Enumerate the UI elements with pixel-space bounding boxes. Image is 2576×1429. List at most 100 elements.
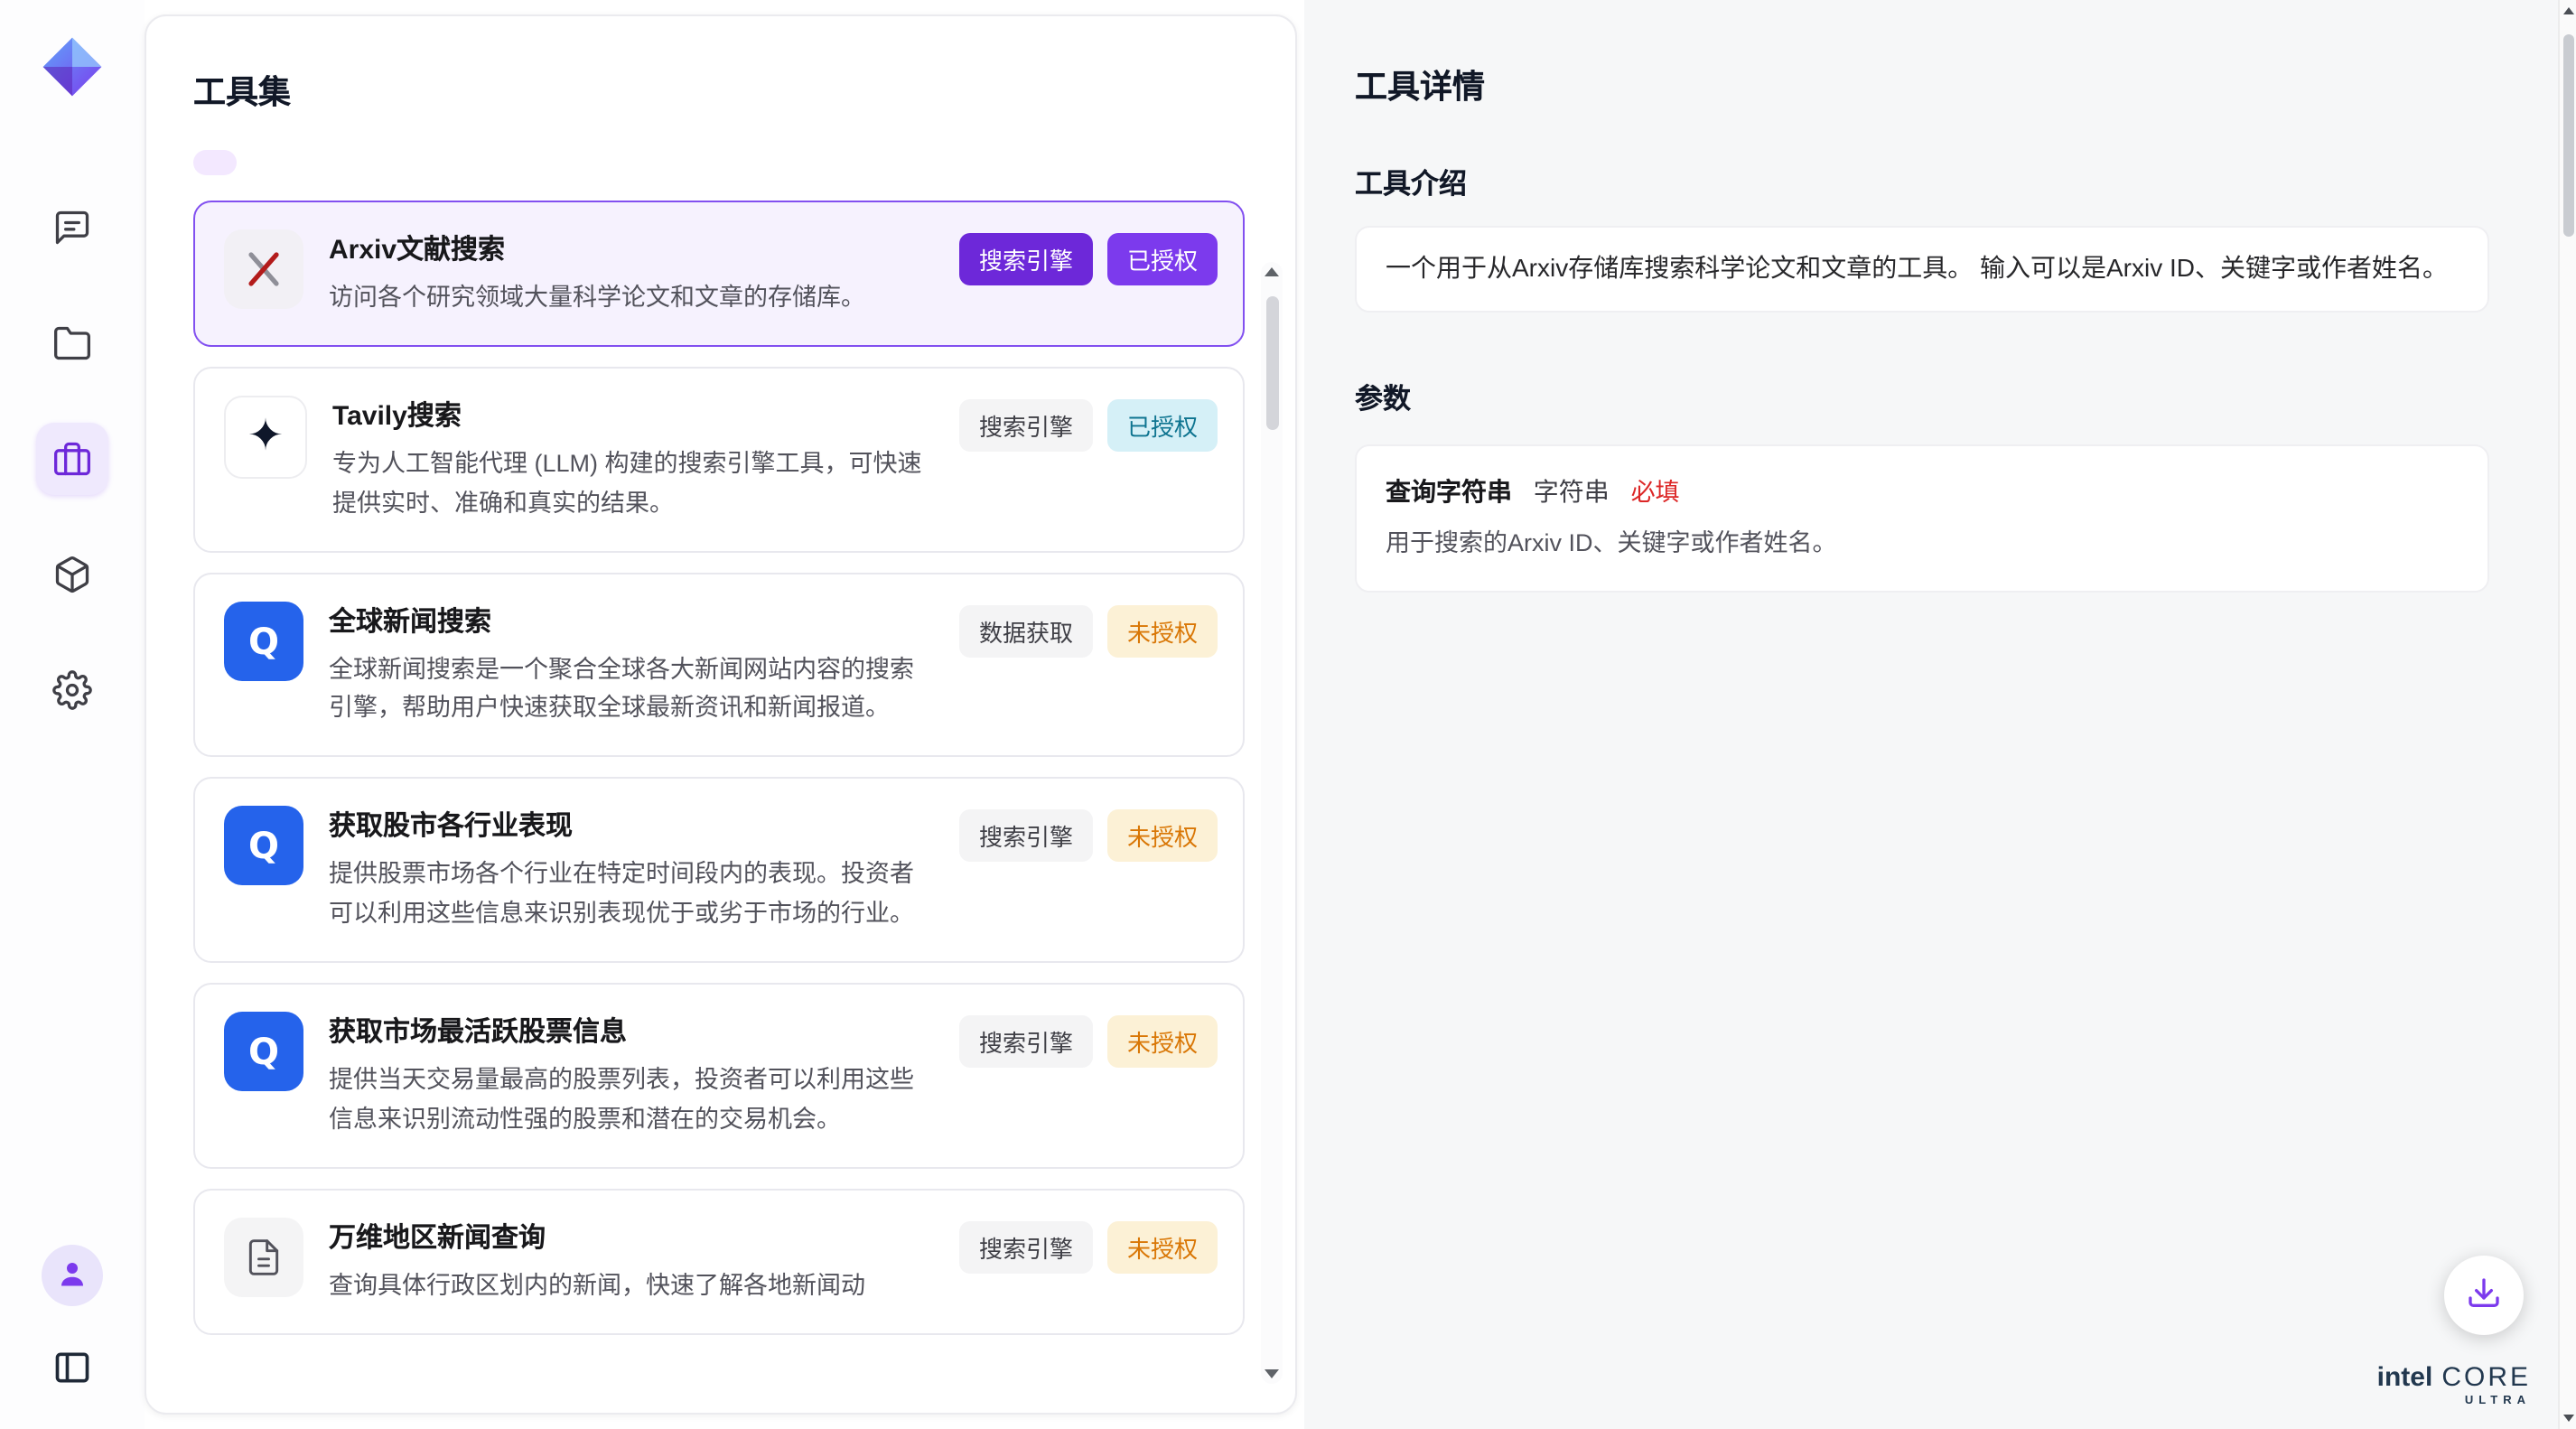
tool-badges: 搜索引擎 未授权 bbox=[959, 1012, 1218, 1068]
tool-info: Arxiv文献搜索 访问各个研究领域大量科学论文和文章的存储库。 bbox=[329, 229, 934, 318]
tool-description: 提供股票市场各个行业在特定时间段内的表现。投资者可以利用这些信息来识别表现优于或… bbox=[329, 855, 934, 934]
app-root: 工具集 ✦ Q Arxiv文献搜索 bbox=[0, 0, 2576, 1429]
param-type: 字符串 bbox=[1534, 476, 1610, 505]
sidebar-collapse-button[interactable] bbox=[36, 1331, 108, 1404]
tavily-star-icon: ✦ bbox=[247, 416, 284, 459]
ultra-label: ULTRA bbox=[2377, 1396, 2531, 1407]
category-tab[interactable] bbox=[367, 150, 410, 175]
chat-icon bbox=[52, 208, 92, 248]
tool-badges: 数据获取 未授权 bbox=[959, 601, 1218, 657]
param-required-badge: 必填 bbox=[1631, 478, 1680, 505]
sidebar-bottom bbox=[36, 1245, 108, 1404]
sidebar-nav bbox=[36, 191, 108, 726]
tool-card[interactable]: ✦ Q 全球新闻搜索 全球新闻搜索是一个聚合全球各大新闻网站内容的搜索引擎，帮助… bbox=[193, 572, 1245, 757]
intro-section-title: 工具介绍 bbox=[1355, 163, 2489, 202]
tool-icon: ✦ Q bbox=[224, 229, 303, 309]
category-tab[interactable] bbox=[251, 150, 294, 175]
scroll-down-arrow-icon[interactable] bbox=[1265, 1369, 1279, 1378]
intel-wordmark: intel bbox=[2377, 1363, 2433, 1390]
settings-gear-icon bbox=[52, 670, 92, 710]
param-header: 查询字符串 字符串 必填 bbox=[1386, 471, 2459, 509]
app-logo[interactable] bbox=[38, 33, 107, 101]
tool-badges: 搜索引擎 已授权 bbox=[959, 396, 1218, 452]
core-wordmark: core bbox=[2441, 1363, 2531, 1390]
sidebar bbox=[0, 0, 145, 1429]
tool-description: 提供当天交易量最高的股票列表，投资者可以利用这些信息来识别流动性强的股票和潜在的… bbox=[329, 1060, 934, 1139]
tool-name: 获取市场最活跃股票信息 bbox=[329, 1012, 934, 1050]
tool-icon: ✦ Q bbox=[224, 601, 303, 680]
tool-name: Arxiv文献搜索 bbox=[329, 229, 934, 267]
param-name: 查询字符串 bbox=[1386, 476, 1512, 505]
list-scrollbar[interactable] bbox=[1261, 262, 1283, 1384]
tool-card[interactable]: ✦ Q 获取市场最活跃股票信息 提供当天交易量最高的股票列表，投资者可以利用这些… bbox=[193, 983, 1245, 1168]
auth-status-badge[interactable]: 未授权 bbox=[1107, 604, 1218, 657]
tool-info: 获取市场最活跃股票信息 提供当天交易量最高的股票列表，投资者可以利用这些信息来识… bbox=[329, 1012, 934, 1139]
download-button[interactable] bbox=[2444, 1256, 2524, 1335]
intel-core-logo: intel core ULTRA bbox=[2377, 1363, 2531, 1407]
tool-info: 获取股市各行业表现 提供股票市场各个行业在特定时间段内的表现。投资者可以利用这些… bbox=[329, 807, 934, 934]
intro-text: 一个用于从Arxiv存储库搜索科学论文和文章的工具。 输入可以是Arxiv ID… bbox=[1386, 249, 2459, 288]
auth-status-badge[interactable]: 未授权 bbox=[1107, 810, 1218, 863]
tool-card[interactable]: ✦ Q Tavily搜索 专为人工智能代理 (LLM) 构建的搜索引擎工具，可快… bbox=[193, 367, 1245, 552]
auth-status-badge[interactable]: 已授权 bbox=[1107, 233, 1218, 285]
q-logo-icon: Q bbox=[248, 828, 279, 864]
tool-name: 全球新闻搜索 bbox=[329, 601, 934, 639]
sidebar-item-files[interactable] bbox=[36, 307, 108, 379]
tool-description: 专为人工智能代理 (LLM) 构建的搜索引擎工具，可快速提供实时、准确和真实的结… bbox=[332, 444, 934, 523]
toolset-panel: 工具集 ✦ Q Arxiv文献搜索 bbox=[145, 14, 1297, 1415]
tool-info: 全球新闻搜索 全球新闻搜索是一个聚合全球各大新闻网站内容的搜索引擎，帮助用户快速… bbox=[329, 601, 934, 728]
category-badge[interactable]: 搜索引擎 bbox=[959, 810, 1093, 863]
tool-icon: ✦ Q bbox=[224, 1217, 303, 1296]
sidebar-collapse-icon bbox=[52, 1348, 92, 1387]
cube-icon bbox=[52, 555, 92, 594]
tool-info: Tavily搜索 专为人工智能代理 (LLM) 构建的搜索引擎工具，可快速提供实… bbox=[332, 396, 934, 523]
sidebar-item-models[interactable] bbox=[36, 538, 108, 611]
tool-card[interactable]: ✦ Q 获取股市各行业表现 提供股票市场各个行业在特定时间段内的表现。投资者可以… bbox=[193, 778, 1245, 963]
category-tab[interactable] bbox=[193, 150, 237, 175]
tool-details-panel: 工具详情 工具介绍 一个用于从Arxiv存储库搜索科学论文和文章的工具。 输入可… bbox=[1304, 0, 2558, 1429]
document-icon bbox=[244, 1237, 284, 1276]
param-card: 查询字符串 字符串 必填 用于搜索的Arxiv ID、关键字或作者姓名。 bbox=[1355, 444, 2489, 593]
page-scroll-down-arrow-icon[interactable] bbox=[2562, 1415, 2573, 1422]
tool-name: 万维地区新闻查询 bbox=[329, 1217, 934, 1255]
download-icon bbox=[2466, 1275, 2502, 1316]
category-badge[interactable]: 搜索引擎 bbox=[959, 1015, 1093, 1068]
category-tab[interactable] bbox=[309, 150, 352, 175]
scroll-up-arrow-icon[interactable] bbox=[1265, 267, 1279, 276]
sidebar-item-settings[interactable] bbox=[36, 654, 108, 726]
tool-badges: 搜索引擎 已授权 bbox=[959, 229, 1218, 285]
user-avatar[interactable] bbox=[42, 1245, 103, 1306]
tool-badges: 搜索引擎 未授权 bbox=[959, 807, 1218, 863]
params-section-title: 参数 bbox=[1355, 377, 2489, 416]
tool-card[interactable]: ✦ Q 万维地区新闻查询 查询具体行政区划内的新闻，快速了解各地新闻动 搜索引擎… bbox=[193, 1188, 1245, 1334]
q-logo-icon: Q bbox=[248, 1033, 279, 1069]
page-scroll-up-arrow-icon[interactable] bbox=[2562, 7, 2573, 14]
tool-card[interactable]: ✦ Q Arxiv文献搜索 访问各个研究领域大量科学论文和文章的存储库。 搜索引… bbox=[193, 201, 1245, 347]
tool-badges: 搜索引擎 未授权 bbox=[959, 1217, 1218, 1273]
tool-description: 访问各个研究领域大量科学论文和文章的存储库。 bbox=[329, 278, 934, 318]
auth-status-badge[interactable]: 未授权 bbox=[1107, 1015, 1218, 1068]
page-scrollbar[interactable] bbox=[2558, 0, 2576, 1429]
auth-status-badge[interactable]: 已授权 bbox=[1107, 399, 1218, 452]
toolset-title: 工具集 bbox=[193, 67, 1295, 114]
category-badge[interactable]: 数据获取 bbox=[959, 604, 1093, 657]
user-avatar-icon bbox=[56, 1256, 89, 1294]
arxiv-logo-icon bbox=[242, 248, 285, 291]
tool-name: 获取股市各行业表现 bbox=[329, 807, 934, 845]
category-tabs bbox=[193, 150, 1295, 175]
details-title: 工具详情 bbox=[1355, 61, 2489, 108]
tool-name: Tavily搜索 bbox=[332, 396, 934, 434]
sidebar-item-chat[interactable] bbox=[36, 191, 108, 264]
folder-icon bbox=[52, 323, 92, 363]
tool-list: ✦ Q Arxiv文献搜索 访问各个研究领域大量科学论文和文章的存储库。 搜索引… bbox=[193, 201, 1245, 1371]
tool-icon: ✦ Q bbox=[224, 396, 307, 479]
page-scrollbar-thumb[interactable] bbox=[2562, 34, 2573, 237]
sidebar-item-tools[interactable] bbox=[36, 423, 108, 495]
category-badge[interactable]: 搜索引擎 bbox=[959, 233, 1093, 285]
auth-status-badge[interactable]: 未授权 bbox=[1107, 1220, 1218, 1273]
intel-core-wordmark: intel core bbox=[2377, 1363, 2531, 1390]
category-badge[interactable]: 搜索引擎 bbox=[959, 1220, 1093, 1273]
list-scrollbar-thumb[interactable] bbox=[1265, 296, 1278, 430]
intro-card: 一个用于从Arxiv存储库搜索科学论文和文章的工具。 输入可以是Arxiv ID… bbox=[1355, 226, 2489, 312]
category-badge[interactable]: 搜索引擎 bbox=[959, 399, 1093, 452]
